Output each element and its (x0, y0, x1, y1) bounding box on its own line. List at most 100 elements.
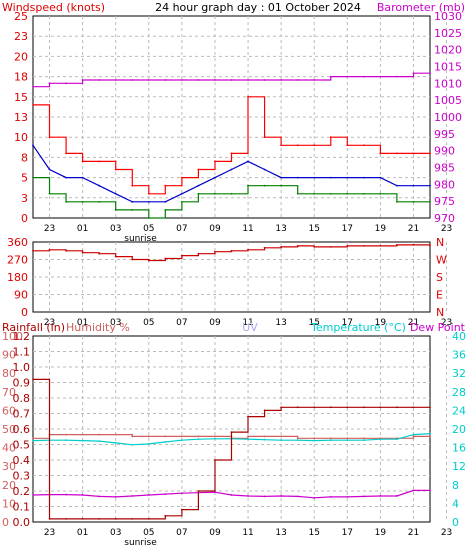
rain-plot-sunrise-label: sunrise (124, 538, 157, 548)
dewpoint-line-point (98, 495, 101, 498)
dewpoint-line-point (379, 495, 382, 497)
rain-plot-x-tick: 21 (408, 528, 419, 538)
wind-gust-line-point (65, 152, 67, 155)
humidity-line-point (164, 435, 167, 438)
wind-average-line-point (32, 176, 34, 179)
rain-plot-x-tick: 17 (342, 528, 353, 538)
rain-plot-x-tick: 23 (441, 528, 452, 538)
wind-direction-line-point (98, 252, 101, 255)
rain-plot-x-tick: 09 (209, 528, 221, 538)
wind-direction-line-point (247, 248, 249, 251)
wind-10min-average-line-point (164, 200, 167, 203)
direction-y-tick: 360 (7, 236, 28, 249)
temperature-line-point (32, 439, 34, 442)
barometer-line-point (32, 85, 34, 88)
wind-gust-line-point (263, 136, 266, 139)
compass-y-tick: E (436, 289, 443, 302)
wind-average-line-point (329, 192, 332, 195)
wind-10min-average-line-point (362, 176, 365, 179)
barometer-y-tick: 1010 (434, 77, 462, 90)
barometer-line-point (65, 82, 67, 85)
wind-direction-line-point (48, 248, 51, 251)
wind-direction-line-point (329, 245, 332, 248)
wind-average-line-point (263, 184, 266, 187)
barometer-line-point (280, 79, 283, 81)
temperature-line-point (346, 439, 349, 442)
temperature-line-point (247, 438, 249, 441)
wind-direction-line-point (280, 245, 283, 248)
wind-gust-line-point (296, 144, 299, 147)
humidity-line-point (247, 435, 249, 438)
humidity-line-point (147, 435, 150, 438)
wind-gust-line-point (379, 152, 382, 155)
wind-gust-line-point (98, 160, 101, 163)
wind-direction-line-point (164, 257, 167, 260)
humidity-line-point (346, 437, 349, 440)
wind-direction-line-point (147, 259, 150, 262)
barometer-line-point (313, 79, 316, 81)
temperature-axis-title: Temperature (°C) (310, 321, 406, 334)
wind-direction-line-point (412, 244, 415, 246)
direction-y-tick: 90 (14, 289, 28, 302)
barometer-line-point (147, 79, 150, 81)
barometer-line-point (412, 72, 415, 75)
rainfall-line-point (98, 518, 101, 520)
wind-average-line-point (362, 192, 365, 195)
wind-average-line-point (429, 200, 431, 203)
dewpoint-line-point (280, 495, 283, 497)
wind-gust-line-point (48, 136, 51, 139)
rainfall-line-point (362, 406, 365, 409)
windspeed-y-tick: 10 (14, 131, 28, 144)
rain-plot-x-tick: 05 (143, 528, 154, 538)
wind-plot-x-tick: 23 (441, 224, 452, 234)
compass-y-tick: W (436, 254, 447, 267)
wind-average-line-point (48, 192, 51, 195)
wind-gust-line-point (412, 152, 415, 155)
humidity-line-point (131, 435, 134, 438)
wind-direction-line-point (396, 244, 398, 246)
wind-average-line-point (396, 200, 398, 203)
windspeed-y-tick: 23 (14, 30, 28, 43)
barometer-line-point (362, 75, 365, 78)
wind-average-line-point (214, 192, 216, 195)
rainfall-line-point (247, 415, 249, 418)
barometer-line-point (379, 75, 382, 78)
rain-plot-x-tick: 11 (242, 528, 253, 538)
rainfall-line-point (296, 406, 299, 409)
wind-direction-line-point (313, 245, 316, 248)
barometer-line-point (247, 79, 249, 81)
wind-average-line-point (180, 200, 183, 203)
dewpoint-line-point (396, 495, 398, 497)
barometer-line-point (131, 79, 134, 81)
wind-direction-line-point (230, 249, 233, 252)
dewpoint-line-point (247, 495, 249, 497)
weather-chart-svg: Windspeed (knots) 24 hour graph day : 01 … (2, 1, 466, 548)
humidity-line-point (313, 437, 316, 440)
temperature-y-tick: 36 (452, 349, 466, 362)
temperature-line-point (81, 439, 84, 442)
windspeed-y-tick: 20 (14, 50, 28, 63)
temperature-line-point (214, 437, 216, 440)
humidity-line-point (98, 433, 101, 436)
barometer-y-tick: 985 (434, 162, 455, 175)
dewpoint-line-point (263, 495, 266, 498)
barometer-line-point (114, 79, 117, 81)
wind-gust-line-point (131, 184, 134, 187)
temperature-y-tick: 28 (452, 386, 466, 399)
dewpoint-line-point (114, 495, 117, 498)
wind-gust-line-point (164, 184, 167, 187)
barometer-y-tick: 1025 (434, 27, 462, 40)
wind-direction-line-point (114, 255, 117, 258)
rainfall-line-point (263, 409, 266, 412)
wind-direction-line-point (180, 254, 183, 257)
humidity-line-point (180, 435, 183, 438)
rain-plot-x-tick: 19 (375, 528, 387, 538)
wind-plot-x-tick: 09 (209, 224, 221, 234)
wind-10min-average-line-point (296, 176, 299, 179)
humidity-line-point (32, 437, 34, 440)
wind-gust-line-point (81, 160, 84, 163)
barometer-y-tick: 1015 (434, 61, 462, 74)
rainfall-line-point (346, 406, 349, 409)
rainfall-y-tick: 0.4 (13, 454, 31, 467)
rainfall-line-point (164, 514, 167, 517)
